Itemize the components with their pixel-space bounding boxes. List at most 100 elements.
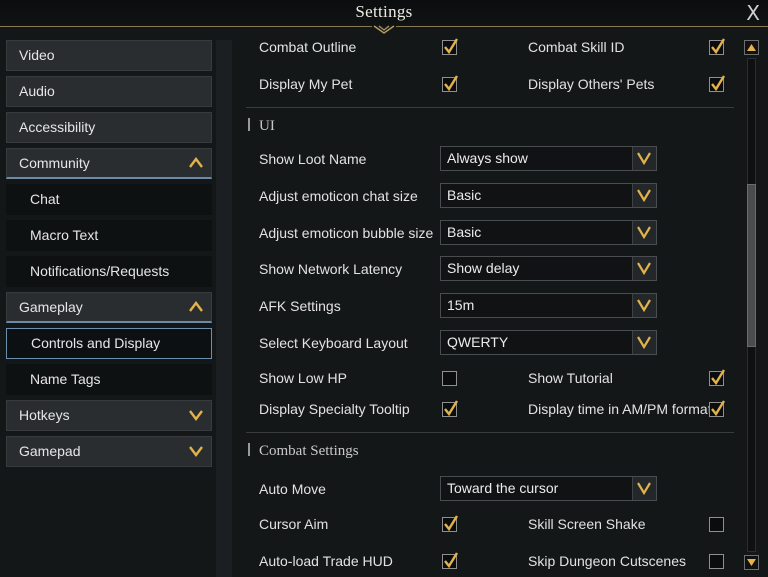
scroll-up-button[interactable] <box>744 40 759 55</box>
section-title-text: Combat Settings <box>259 443 359 459</box>
sidebar-item-label: Community <box>19 155 90 171</box>
sidebar-item-label: Video <box>19 47 55 63</box>
specialty-tooltip-label: Display Specialty Tooltip <box>259 401 410 417</box>
emoticon-bubble-size-label: Adjust emoticon bubble size <box>259 225 434 241</box>
sidebar-item-notifications[interactable]: Notifications/Requests <box>6 256 212 287</box>
show-loot-name-dropdown[interactable]: Always show <box>440 146 657 171</box>
dropdown-value: Toward the cursor <box>447 480 559 496</box>
dropdown-button[interactable] <box>632 147 656 170</box>
section-divider <box>246 107 734 108</box>
display-others-pets-label: Display Others' Pets <box>528 76 655 92</box>
network-latency-dropdown[interactable]: Show delay <box>440 256 657 281</box>
arrow-down-icon <box>747 559 756 566</box>
checkmark-icon <box>444 515 459 532</box>
display-others-pets-checkbox[interactable] <box>709 75 726 92</box>
chevron-down-icon <box>189 410 203 421</box>
auto-move-label: Auto Move <box>259 481 326 497</box>
emoticon-chat-size-label: Adjust emoticon chat size <box>259 188 418 204</box>
sidebar-item-hotkeys[interactable]: Hotkeys <box>6 400 212 431</box>
combat-outline-label: Combat Outline <box>259 39 357 55</box>
dropdown-value: Basic <box>447 187 482 203</box>
show-tutorial-label: Show Tutorial <box>528 370 613 386</box>
dropdown-button[interactable] <box>632 477 656 500</box>
dropdown-value: Show delay <box>447 260 520 276</box>
title-divider-right <box>396 26 768 27</box>
scroll-thumb[interactable] <box>747 184 756 347</box>
sidebar-item-label: Gamepad <box>19 443 81 459</box>
ampm-format-label: Display time in AM/PM format <box>528 401 712 417</box>
sidebar-item-controls-and-display[interactable]: Controls and Display <box>6 328 212 359</box>
chevron-down-icon <box>637 189 651 202</box>
section-title-ui: UI <box>248 118 275 135</box>
sidebar-item-community[interactable]: Community <box>6 148 212 179</box>
show-loot-name-label: Show Loot Name <box>259 151 367 167</box>
combat-outline-checkbox[interactable] <box>442 38 459 55</box>
settings-sidebar: Video Audio Accessibility Community Chat… <box>6 40 212 472</box>
sidebar-item-gamepad[interactable]: Gamepad <box>6 436 212 467</box>
sidebar-item-label: Macro Text <box>30 227 99 243</box>
sidebar-item-chat[interactable]: Chat <box>6 184 212 215</box>
skip-dungeon-cutscenes-checkbox[interactable] <box>709 554 724 569</box>
specialty-tooltip-checkbox[interactable] <box>442 400 459 417</box>
show-tutorial-checkbox[interactable] <box>709 369 726 386</box>
combat-skill-id-checkbox[interactable] <box>709 38 726 55</box>
chevron-down-icon <box>637 262 651 275</box>
scroll-down-button[interactable] <box>744 555 759 570</box>
title-ornament-icon <box>373 25 395 34</box>
sidebar-item-name-tags[interactable]: Name Tags <box>6 364 212 395</box>
sidebar-item-accessibility[interactable]: Accessibility <box>6 112 212 143</box>
dropdown-button[interactable] <box>632 294 656 317</box>
afk-settings-dropdown[interactable]: 15m <box>440 293 657 318</box>
sidebar-item-label: Accessibility <box>19 119 96 135</box>
chevron-down-icon <box>189 446 203 457</box>
chevron-up-icon <box>189 301 203 312</box>
sidebar-item-label: Controls and Display <box>31 335 161 351</box>
sidebar-item-label: Gameplay <box>19 299 83 315</box>
skill-screen-shake-checkbox[interactable] <box>709 517 724 532</box>
show-low-hp-checkbox[interactable] <box>442 371 457 386</box>
checkmark-icon <box>444 400 459 417</box>
checkmark-icon <box>444 75 459 92</box>
arrow-up-icon <box>747 44 756 51</box>
checkmark-icon <box>711 38 726 55</box>
sidebar-item-label: Name Tags <box>30 371 101 387</box>
keyboard-layout-label: Select Keyboard Layout <box>259 335 408 351</box>
checkmark-icon <box>444 38 459 55</box>
ampm-format-checkbox[interactable] <box>709 400 726 417</box>
cursor-aim-checkbox[interactable] <box>442 515 459 532</box>
sidebar-item-audio[interactable]: Audio <box>6 76 212 107</box>
cursor-aim-label: Cursor Aim <box>259 516 329 532</box>
dropdown-button[interactable] <box>632 221 656 244</box>
section-title-combat-settings: Combat Settings <box>248 443 359 460</box>
sidebar-item-video[interactable]: Video <box>6 40 212 71</box>
auto-move-dropdown[interactable]: Toward the cursor <box>440 476 657 501</box>
checkmark-icon <box>444 552 459 569</box>
sidebar-item-macro-text[interactable]: Macro Text <box>6 220 212 251</box>
emoticon-chat-size-dropdown[interactable]: Basic <box>440 183 657 208</box>
section-divider <box>246 432 734 433</box>
chevron-down-icon <box>637 152 651 165</box>
dropdown-value: QWERTY <box>447 334 509 350</box>
network-latency-label: Show Network Latency <box>259 261 403 277</box>
panel-divider <box>216 40 232 577</box>
close-icon[interactable]: X <box>746 1 760 25</box>
chevron-down-icon <box>637 482 651 495</box>
sidebar-item-label: Audio <box>19 83 55 99</box>
dropdown-button[interactable] <box>632 257 656 280</box>
chevron-up-icon <box>189 157 203 168</box>
content-scrollbar[interactable] <box>743 38 760 572</box>
auto-load-trade-hud-label: Auto-load Trade HUD <box>259 553 393 569</box>
sidebar-item-label: Hotkeys <box>19 407 70 423</box>
dropdown-button[interactable] <box>632 184 656 207</box>
chevron-down-icon <box>637 226 651 239</box>
auto-load-trade-hud-checkbox[interactable] <box>442 552 459 569</box>
emoticon-bubble-size-dropdown[interactable]: Basic <box>440 220 657 245</box>
keyboard-layout-dropdown[interactable]: QWERTY <box>440 330 657 355</box>
sidebar-item-gameplay[interactable]: Gameplay <box>6 292 212 323</box>
display-my-pet-checkbox[interactable] <box>442 75 459 92</box>
dropdown-value: Basic <box>447 224 482 240</box>
dropdown-button[interactable] <box>632 331 656 354</box>
checkmark-icon <box>711 369 726 386</box>
combat-skill-id-label: Combat Skill ID <box>528 39 625 55</box>
checkmark-icon <box>711 75 726 92</box>
